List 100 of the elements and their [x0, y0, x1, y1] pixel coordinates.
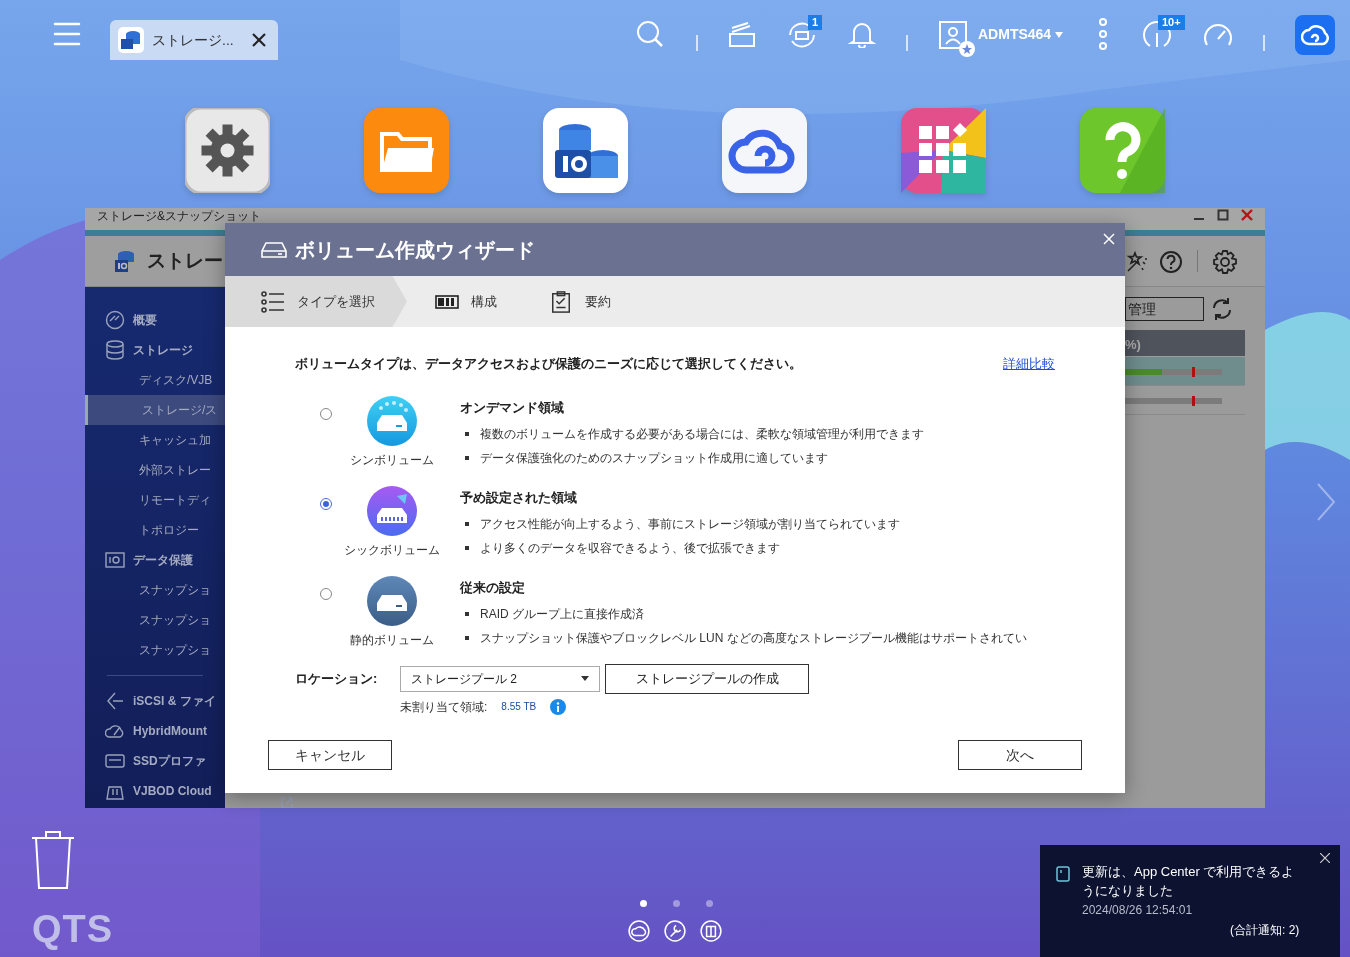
notification-message: 更新は、App Center で利用できるようになりました — [1082, 863, 1296, 900]
option-heading: 予め設定された領域 — [460, 488, 578, 507]
storage-app-icon[interactable] — [543, 108, 628, 193]
bullet-text: より多くのデータを収容できるよう、後で拡張できます — [480, 540, 780, 557]
bullet-text: RAID グループ上に直接作成済 — [480, 606, 644, 623]
book-icon[interactable] — [700, 920, 722, 942]
radio-button[interactable] — [320, 587, 332, 600]
filter-field[interactable]: 管理 — [1125, 297, 1204, 321]
close-icon[interactable] — [252, 33, 266, 47]
bullet-text: アクセス性能が向上するよう、事前にストレージ領域が割り当てられています — [480, 516, 900, 533]
bullet-icon — [465, 612, 469, 616]
create-pool-button[interactable]: ストレージプールの作成 — [605, 663, 809, 694]
bell-icon[interactable] — [848, 20, 876, 48]
drive-icon — [367, 485, 417, 536]
wizard-step[interactable]: 構成 — [407, 276, 521, 327]
dialog-title: ボリューム作成ウィザード — [295, 237, 535, 263]
help-app-icon[interactable] — [1080, 108, 1165, 193]
clipboard-icon — [549, 290, 573, 313]
camera-icon — [105, 550, 125, 570]
refresh-icon[interactable] — [1211, 297, 1233, 321]
sync-icon[interactable] — [786, 20, 818, 50]
folder-app-icon[interactable] — [364, 108, 449, 193]
info-icon[interactable] — [550, 698, 567, 715]
sidebar-subitem[interactable]: 外部ストレー — [139, 461, 211, 479]
sidebar-subitem[interactable]: トポロジー — [139, 521, 199, 539]
radio-button[interactable] — [320, 407, 332, 420]
drive-icon — [261, 240, 287, 259]
drive-icon — [105, 751, 125, 771]
cloud-icon — [1301, 24, 1329, 46]
caret-icon — [1055, 31, 1064, 38]
intro-text: ボリュームタイプは、データアクセスおよび保護のニーズに応じて選択してください。 — [295, 355, 802, 373]
sidebar-subitem[interactable]: ディスク/VJB — [139, 371, 213, 389]
option-heading: 従来の設定 — [460, 578, 526, 597]
gauge-icon — [105, 310, 125, 330]
column-header: %) — [1125, 336, 1141, 354]
menu-icon[interactable] — [53, 20, 81, 48]
trash-icon[interactable] — [30, 830, 76, 890]
unallocated-value: 8.55 TB — [501, 700, 537, 714]
wizard-step[interactable]: 要約 — [521, 276, 635, 327]
bullet-text: 複数のボリュームを作成する必要がある場合には、柔軟な領域管理が利用できます — [480, 426, 924, 443]
notification-badge: 10+ — [1158, 15, 1185, 30]
sidebar-item[interactable]: HybridMount — [133, 722, 207, 740]
cloud-icon[interactable] — [628, 920, 650, 942]
sidebar-item[interactable]: 概要 — [133, 311, 157, 329]
more-icon[interactable] — [1096, 18, 1110, 50]
option-heading: オンデマンド領域 — [460, 398, 565, 417]
sidebar-item[interactable]: ストレージ — [133, 341, 193, 359]
sidebar-item[interactable]: SSDプロファ — [133, 752, 206, 770]
sidebar-item[interactable]: iSCSI & ファイ — [133, 692, 216, 710]
bullet-icon — [465, 456, 469, 460]
sidebar-subitem[interactable]: キャッシュ加 — [139, 431, 211, 449]
threshold-marker — [1192, 396, 1195, 406]
bullet-icon — [465, 546, 469, 550]
sidebar-subitem[interactable]: スナップショ — [139, 611, 211, 629]
maximize-icon[interactable] — [1217, 209, 1229, 221]
notification-badge: 1 — [808, 15, 823, 30]
chevron-icon — [105, 691, 125, 711]
cancel-button[interactable]: キャンセル — [268, 740, 392, 770]
location-select[interactable]: ストレージプール 2 — [400, 665, 600, 692]
sidebar-subitem[interactable]: スナップショ — [139, 641, 211, 659]
radio-button[interactable] — [320, 497, 332, 510]
cloud-app-icon[interactable] — [722, 108, 807, 193]
sidebar-subitem[interactable]: リモートディ — [139, 491, 211, 509]
threshold-marker — [1192, 367, 1195, 377]
notification-time: 2024/08/26 12:54:01 — [1082, 902, 1193, 919]
storage-app-icon — [118, 27, 144, 53]
user-icon[interactable] — [938, 20, 976, 58]
cloud-button[interactable] — [1295, 15, 1335, 55]
wrench-icon[interactable] — [664, 920, 686, 942]
bullet-icon — [465, 432, 469, 436]
help-icon[interactable] — [1159, 250, 1183, 274]
list-icon — [261, 290, 285, 313]
settings-icon[interactable] — [1212, 249, 1238, 275]
magic-wand-icon[interactable] — [1125, 250, 1149, 274]
bullet-icon — [465, 636, 469, 640]
bullet-text: データ保護強化のためのスナップショット作成用に適しています — [480, 450, 828, 467]
drive-icon — [367, 395, 417, 446]
grid-app-icon[interactable] — [901, 108, 986, 193]
door-icon[interactable] — [1056, 866, 1070, 882]
sidebar-item[interactable]: データ保護 — [133, 551, 193, 569]
volume-type-label: シックボリューム — [344, 541, 440, 559]
window-title: ストレージ&スナップショット — [97, 209, 261, 223]
next-button[interactable]: 次へ — [958, 740, 1082, 770]
bullet-icon — [465, 522, 469, 526]
search-icon[interactable] — [636, 20, 664, 48]
volume-type-label: シンボリューム — [350, 451, 434, 469]
drive-icon — [367, 575, 417, 626]
qts-logo: QTS — [32, 908, 113, 950]
settings-app-icon[interactable] — [185, 108, 270, 193]
volume-type-label: 静的ボリューム — [350, 631, 434, 649]
sidebar-subitem[interactable]: スナップショ — [139, 581, 211, 599]
compare-link[interactable]: 詳細比較 — [1003, 354, 1055, 374]
location-label: ロケーション: — [295, 669, 379, 688]
app-header-title: ストレー — [147, 248, 223, 273]
media-icon[interactable] — [728, 22, 756, 48]
notification-count: (合計通知: 2) — [1230, 922, 1300, 939]
app-tab[interactable]: ストレージ... — [110, 20, 278, 60]
wizard-step[interactable]: タイプを選択 — [225, 276, 407, 327]
unallocated-label: 未割り当て領域: — [400, 698, 488, 716]
sidebar-item[interactable]: VJBOD Cloud — [133, 782, 212, 800]
